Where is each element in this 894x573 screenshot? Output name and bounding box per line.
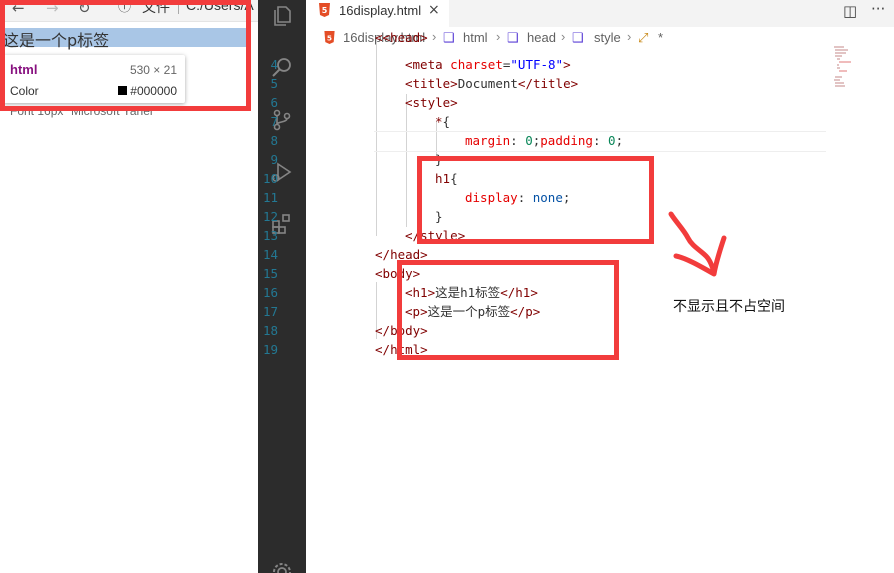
code-text: <style> <box>405 95 458 110</box>
line-number: 14 <box>262 247 278 262</box>
close-tab-icon[interactable]: × <box>428 2 440 18</box>
line-number: 19 <box>262 342 278 357</box>
svg-text:5: 5 <box>322 6 328 15</box>
annotation-arrow-icon <box>668 211 727 277</box>
tab-16display-html[interactable]: 5 16display.html × <box>306 0 449 27</box>
tab-label: 16display.html <box>339 3 422 18</box>
line-number: 10 <box>262 171 278 186</box>
line-number: 6 <box>270 95 278 110</box>
line-number: 15 <box>262 266 278 281</box>
annotation-note: 不显示且不占空间 <box>673 299 785 315</box>
line-number: 5 <box>270 76 278 91</box>
code-line: 6 <style> <box>270 93 826 112</box>
code-text: <meta charset="UTF-8"> <box>405 57 571 72</box>
code-line: <<head> <box>306 30 826 55</box>
red-highlight-box-css <box>417 156 654 244</box>
minimap[interactable] <box>832 45 854 90</box>
line-number: 11 <box>262 190 278 205</box>
line-number: 9 <box>270 152 278 167</box>
code-line: 7 *{ <box>270 112 826 131</box>
code-text: margin: 0;padding: 0; <box>465 133 624 148</box>
line-number: 8 <box>270 133 278 148</box>
line-number: 4 <box>270 57 278 72</box>
code-text: <<head> <box>375 30 428 45</box>
split-editor-icon[interactable]: ◫ <box>843 2 857 20</box>
code-line: 8 margin: 0;padding: 0; <box>270 131 826 150</box>
red-highlight-box-browser <box>0 0 251 111</box>
more-actions-icon[interactable]: ··· <box>871 0 885 18</box>
red-highlight-box-body <box>397 260 619 360</box>
line-number: 7 <box>270 114 278 129</box>
code-text: *{ <box>435 114 451 129</box>
code-line: 4 <meta charset="UTF-8"> <box>270 55 826 74</box>
line-number: 13 <box>262 228 278 243</box>
line-number: 12 <box>262 209 278 224</box>
tab-bar: 5 16display.html × ◫ ··· <box>306 0 894 27</box>
line-number: 16 <box>262 285 278 300</box>
html5-file-icon: 5 <box>319 3 330 17</box>
settings-gear-icon[interactable] <box>270 560 294 573</box>
code-line: 5 <title>Document</title> <box>270 74 826 93</box>
code-editor: 5 16display.html × ◫ ··· 5 16display.htm… <box>263 0 894 573</box>
code-text: <title>Document</title> <box>405 76 579 91</box>
line-number: 18 <box>262 323 278 338</box>
browser-pane: ← → ↻ ⓘ 文件 C:/Users/A 这是一个p标签 html 530 ×… <box>0 0 258 573</box>
explorer-icon[interactable] <box>270 4 294 28</box>
line-number: 17 <box>262 304 278 319</box>
screenshot-root: ← → ↻ ⓘ 文件 C:/Users/A 这是一个p标签 html 530 ×… <box>0 0 894 573</box>
